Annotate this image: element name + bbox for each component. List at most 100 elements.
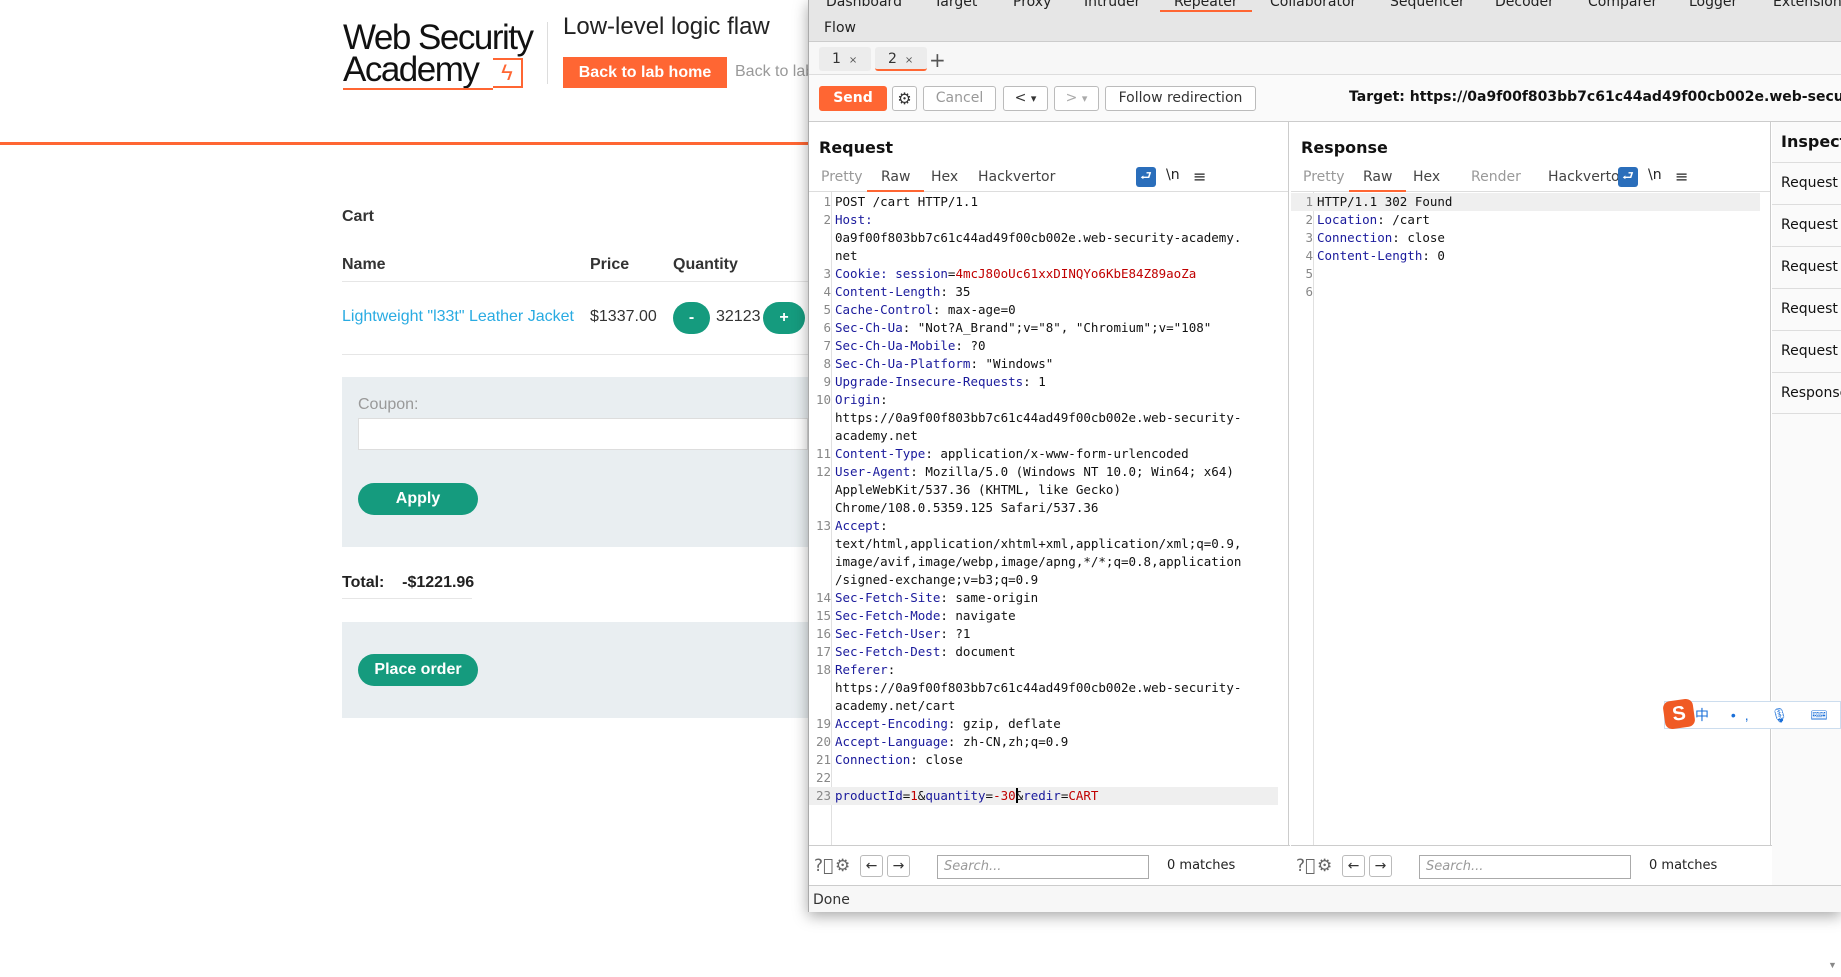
sogou-ime-logo[interactable]: S — [1662, 698, 1696, 730]
header-name: Origin — [835, 392, 881, 407]
header-name: Upgrade-Insecure-Requests — [835, 374, 1024, 389]
tab-pretty[interactable]: Pretty — [821, 169, 863, 185]
target-url[interactable]: Target: https://0a9f00f803bb7c61c44ad49f… — [1349, 89, 1841, 105]
tab-pretty[interactable]: Pretty — [1303, 169, 1345, 185]
product-link[interactable]: Lightweight "l33t" Leather Jacket — [342, 308, 574, 326]
nav-extensions[interactable]: Extensions — [1773, 0, 1841, 10]
nav-repeater[interactable]: Repeater — [1160, 0, 1252, 12]
response-editor[interactable]: 1 HTTP/1.1 302 Found 2 Location: /cart 3 Conn… — [1291, 192, 1770, 845]
nav-target[interactable]: Target — [934, 0, 977, 10]
table-divider — [342, 281, 808, 282]
help-icon[interactable]: ?⃝ — [1296, 856, 1315, 876]
history-back-button[interactable]: < ▾ — [1003, 86, 1048, 111]
follow-redirection-button[interactable]: Follow redirection — [1105, 86, 1256, 111]
code-text: : close — [1392, 230, 1445, 245]
code-line: 2 Location: /cart — [1291, 211, 1770, 229]
decrease-quantity-button[interactable]: - — [673, 302, 710, 334]
nav-collaborator[interactable]: Collaborator — [1270, 0, 1356, 10]
menu-icon[interactable]: ≡ — [1193, 167, 1206, 186]
inspector-item[interactable]: Request — [1772, 246, 1841, 288]
request-editor[interactable]: 1 POST /cart HTTP/1.1 2 Host: 0a9f00f803bb7c… — [809, 192, 1288, 845]
add-tab-icon[interactable]: + — [929, 48, 946, 72]
coupon-input[interactable] — [358, 418, 808, 450]
history-forward-button[interactable]: > ▾ — [1054, 86, 1099, 111]
request-search-input[interactable]: Search... — [937, 855, 1149, 879]
line-number: 12 — [815, 464, 831, 479]
nav-intruder[interactable]: Intruder — [1084, 0, 1140, 10]
inspector-item[interactable]: Request — [1772, 162, 1841, 204]
nav-flow[interactable]: Flow — [824, 20, 856, 36]
code-line: 13 Accept: — [809, 517, 1288, 535]
code-text: : /cart — [1377, 212, 1430, 227]
coupon-label: Coupon: — [358, 396, 419, 413]
tab-render[interactable]: Render — [1471, 169, 1521, 185]
line-number: 2 — [823, 212, 831, 227]
nav-logger[interactable]: Logger — [1689, 0, 1737, 10]
code-line: 1 POST /cart HTTP/1.1 — [809, 193, 1288, 211]
tab-hex[interactable]: Hex — [931, 169, 958, 185]
param-value: 1 — [910, 788, 918, 803]
inspector-item[interactable]: Request — [1772, 330, 1841, 372]
gear-icon[interactable]: ⚙ — [892, 86, 917, 111]
gear-icon[interactable]: ⚙ — [835, 856, 850, 876]
response-lines: 1 HTTP/1.1 302 Found 2 Location: /cart 3 Conn… — [1291, 193, 1770, 301]
code-text: : ?1 — [940, 626, 971, 641]
arrow-left-icon[interactable]: ← — [860, 855, 883, 877]
arrow-left-icon[interactable]: ← — [1342, 855, 1365, 877]
word-wrap-icon[interactable]: ⮐ — [1618, 167, 1638, 187]
nav-dashboard[interactable]: Dashboard — [826, 0, 902, 10]
send-button[interactable]: Send — [819, 86, 887, 111]
arrow-right-icon[interactable]: → — [1369, 855, 1392, 877]
response-search-input[interactable]: Search... — [1419, 855, 1631, 879]
newline-icon[interactable]: \n — [1648, 167, 1662, 183]
line-number: 4 — [1305, 248, 1313, 263]
inspector-item[interactable]: Response — [1772, 372, 1841, 414]
tab-hackvertor[interactable]: Hackvertor — [1548, 169, 1625, 185]
word-wrap-icon[interactable]: ⮐ — [1136, 167, 1156, 187]
tab-hackvertor[interactable]: Hackvertor — [978, 169, 1055, 185]
nav-proxy[interactable]: Proxy — [1013, 0, 1051, 10]
header-divider — [547, 22, 548, 84]
line-number: 5 — [1305, 266, 1313, 281]
newline-icon[interactable]: \n — [1166, 167, 1180, 183]
nav-decoder[interactable]: Decoder — [1495, 0, 1554, 10]
header-name: Sec-Fetch-User — [835, 626, 941, 641]
inspector-heading: Inspector — [1781, 132, 1841, 151]
inspector-item[interactable]: Request — [1772, 288, 1841, 330]
code-line: https://0a9f00f803bb7c61c44ad49f00cb002e… — [809, 679, 1288, 697]
repeater-tab-2[interactable]: 2 × — [875, 47, 927, 71]
gear-icon[interactable]: ⚙ — [1317, 856, 1332, 876]
apply-coupon-button[interactable]: Apply — [358, 483, 478, 515]
close-icon[interactable]: × — [849, 55, 857, 66]
code-text: : application/x-www-form-urlencoded — [925, 446, 1189, 461]
chevron-down-icon: ▾ — [1030, 92, 1037, 105]
code-text: net — [835, 248, 858, 263]
inspector-item[interactable]: Request — [1772, 204, 1841, 246]
tab-hex[interactable]: Hex — [1413, 169, 1440, 185]
web-security-academy-logo[interactable]: Web Security Academy ϟ — [343, 20, 543, 92]
back-to-lab-link[interactable]: Back to lab — [735, 63, 814, 81]
nav-sequencer[interactable]: Sequencer — [1390, 0, 1465, 10]
code-line: 16 Sec-Fetch-User: ?1 — [809, 625, 1288, 643]
header-name: Connection — [1317, 230, 1393, 245]
request-search-bar: ?⃝ ⚙ ← → Search... 0 matches — [809, 845, 1290, 885]
place-order-button[interactable]: Place order — [358, 654, 478, 686]
header-name: quantity — [925, 788, 986, 803]
nav-comparer[interactable]: Comparer — [1588, 0, 1657, 10]
repeater-tab-1[interactable]: 1 × — [819, 47, 871, 71]
menu-icon[interactable]: ≡ — [1675, 167, 1688, 186]
help-icon[interactable]: ?⃝ — [814, 856, 833, 876]
back-to-lab-home-button[interactable]: Back to lab home — [563, 57, 727, 88]
code-line: 5 — [1291, 265, 1770, 283]
code-line: 2 Host: — [809, 211, 1288, 229]
response-search-bar: ?⃝ ⚙ ← → Search... 0 matches — [1291, 845, 1772, 885]
tab-raw[interactable]: Raw — [867, 169, 925, 192]
close-icon[interactable]: × — [905, 55, 913, 66]
arrow-right-icon[interactable]: → — [887, 855, 910, 877]
scroll-down-arrow[interactable]: ▼ — [1828, 960, 1837, 970]
code-line: 15 Sec-Fetch-Mode: navigate — [809, 607, 1288, 625]
increase-quantity-button[interactable]: + — [763, 302, 805, 334]
cancel-button[interactable]: Cancel — [923, 86, 996, 111]
code-text: HTTP/1.1 302 Found — [1317, 194, 1453, 209]
tab-raw[interactable]: Raw — [1349, 169, 1407, 192]
